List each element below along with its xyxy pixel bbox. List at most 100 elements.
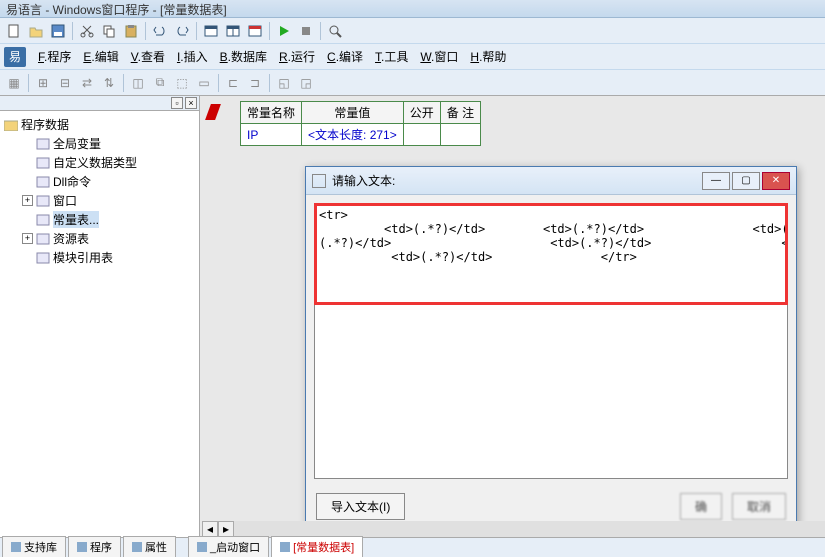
- bottom-tab[interactable]: 支持库: [2, 536, 66, 557]
- tree-root[interactable]: 程序数据: [4, 115, 195, 134]
- tab-icon: [280, 542, 290, 552]
- project-tree: 程序数据 全局变量自定义数据类型Dll命令+窗口常量表... + 资源表模块引用表: [0, 111, 199, 538]
- tool-icon[interactable]: ◱: [274, 73, 294, 93]
- new-file-icon[interactable]: [4, 21, 24, 41]
- menu-item[interactable]: T.工具: [369, 45, 414, 68]
- const-value-cell[interactable]: <文本长度: 271>: [302, 124, 404, 146]
- tree-node[interactable]: + 资源表: [4, 229, 195, 248]
- tab-icon: [11, 542, 21, 552]
- text-input-area[interactable]: [314, 203, 788, 479]
- item-icon: [36, 195, 50, 207]
- menu-item[interactable]: F.程序: [32, 45, 77, 68]
- tree-node-label: 资源表: [53, 230, 89, 247]
- menu-item[interactable]: H.帮助: [464, 45, 512, 68]
- tool-icon[interactable]: ⊏: [223, 73, 243, 93]
- menu-item[interactable]: R.运行: [273, 45, 321, 68]
- tree-node[interactable]: +窗口: [4, 191, 195, 210]
- document-tab[interactable]: [常量数据表]: [271, 536, 363, 557]
- tab-icon: [197, 542, 207, 552]
- tree-node[interactable]: 自定义数据类型: [4, 153, 195, 172]
- tool-icon[interactable]: ⊐: [245, 73, 265, 93]
- tool-icon[interactable]: ⊟: [55, 73, 75, 93]
- window2-icon[interactable]: [223, 21, 243, 41]
- undo-icon[interactable]: [150, 21, 170, 41]
- tree-node[interactable]: Dll命令: [4, 172, 195, 191]
- menu-item[interactable]: C.编译: [321, 45, 369, 68]
- paste-icon[interactable]: [121, 21, 141, 41]
- expand-icon[interactable]: +: [22, 233, 33, 244]
- item-icon: [36, 214, 50, 226]
- redo-icon[interactable]: [172, 21, 192, 41]
- input-text-dialog: 请输入文本: — ▢ ✕ 导入文本(I) 确 取消: [305, 166, 797, 526]
- horizontal-scrollbar[interactable]: ◂ ▸: [202, 521, 825, 537]
- menu-item[interactable]: E.编辑: [77, 45, 124, 68]
- tool-icon[interactable]: ⬚: [172, 73, 192, 93]
- tree-node[interactable]: 模块引用表: [4, 248, 195, 267]
- constant-table-panel: 常量名称常量值公开备 注 IP<文本长度: 271>: [240, 101, 481, 146]
- copy-icon[interactable]: [99, 21, 119, 41]
- dialog-footer: 导入文本(I) 确 取消: [306, 487, 796, 525]
- constant-table: 常量名称常量值公开备 注 IP<文本长度: 271>: [240, 101, 481, 146]
- table-header: 备 注: [440, 102, 480, 124]
- marker-icon: [205, 104, 221, 120]
- tree-node[interactable]: 常量表...: [4, 210, 195, 229]
- tool-icon[interactable]: ⊞: [33, 73, 53, 93]
- open-file-icon[interactable]: [26, 21, 46, 41]
- const-name-cell[interactable]: IP: [241, 124, 302, 146]
- tool-icon[interactable]: ⇄: [77, 73, 97, 93]
- tree-node-label: 全局变量: [53, 135, 101, 152]
- bottom-tab[interactable]: 程序: [68, 536, 121, 557]
- dialog-titlebar[interactable]: 请输入文本: — ▢ ✕: [306, 167, 796, 195]
- cut-icon[interactable]: [77, 21, 97, 41]
- sidebar: ▫ × 程序数据 全局变量自定义数据类型Dll命令+窗口常量表... + 资源表模块…: [0, 96, 200, 538]
- sidebar-close-icon[interactable]: ×: [185, 97, 197, 109]
- scroll-right-icon[interactable]: ▸: [218, 521, 234, 537]
- sidebar-header: ▫ ×: [0, 96, 199, 111]
- item-icon: [36, 252, 50, 264]
- dialog-close-button[interactable]: ✕: [762, 172, 790, 190]
- tab-icon: [132, 542, 142, 552]
- dialog-minimize-button[interactable]: —: [702, 172, 730, 190]
- app-logo-icon: 易: [4, 47, 26, 67]
- window1-icon[interactable]: [201, 21, 221, 41]
- menu-item[interactable]: I.插入: [171, 45, 214, 68]
- tool-icon[interactable]: ◲: [296, 73, 316, 93]
- menu-item[interactable]: W.窗口: [414, 45, 464, 68]
- tree-node-label: 自定义数据类型: [53, 154, 137, 171]
- cancel-button[interactable]: 取消: [732, 493, 786, 520]
- document-tab[interactable]: _启动窗口: [188, 536, 269, 557]
- const-public-cell[interactable]: [403, 124, 440, 146]
- bottom-tab[interactable]: 属性: [123, 536, 176, 557]
- menubar: 易 F.程序E.编辑V.查看I.插入B.数据库R.运行C.编译T.工具W.窗口H…: [0, 44, 825, 70]
- table-header: 公开: [403, 102, 440, 124]
- expand-icon[interactable]: +: [22, 195, 33, 206]
- window-titlebar: 易语言 - Windows窗口程序 - [常量数据表]: [0, 0, 825, 18]
- const-remark-cell[interactable]: [440, 124, 480, 146]
- tool-icon[interactable]: ▦: [4, 73, 24, 93]
- import-text-button[interactable]: 导入文本(I): [316, 493, 405, 520]
- dialog-maximize-button[interactable]: ▢: [732, 172, 760, 190]
- item-icon: [36, 157, 50, 169]
- run-icon[interactable]: [274, 21, 294, 41]
- table-header: 常量名称: [241, 102, 302, 124]
- tool-icon[interactable]: ▭: [194, 73, 214, 93]
- tree-node[interactable]: 全局变量: [4, 134, 195, 153]
- item-icon: [36, 233, 50, 245]
- ok-button[interactable]: 确: [680, 493, 722, 520]
- save-icon[interactable]: [48, 21, 68, 41]
- window3-icon[interactable]: [245, 21, 265, 41]
- tool-icon[interactable]: ⧉: [150, 73, 170, 93]
- item-icon: [36, 176, 50, 188]
- menu-item[interactable]: B.数据库: [214, 45, 273, 68]
- folder-icon: [4, 119, 18, 131]
- find-icon[interactable]: [325, 21, 345, 41]
- table-row[interactable]: IP<文本长度: 271>: [241, 124, 481, 146]
- menu-item[interactable]: V.查看: [125, 45, 171, 68]
- tool-icon[interactable]: ⇅: [99, 73, 119, 93]
- stop-icon[interactable]: [296, 21, 316, 41]
- sidebar-pin-icon[interactable]: ▫: [171, 97, 183, 109]
- tree-root-label: 程序数据: [21, 116, 69, 133]
- tool-icon[interactable]: ◫: [128, 73, 148, 93]
- scroll-left-icon[interactable]: ◂: [202, 521, 218, 537]
- window-title: 易语言 - Windows窗口程序 - [常量数据表]: [6, 3, 227, 17]
